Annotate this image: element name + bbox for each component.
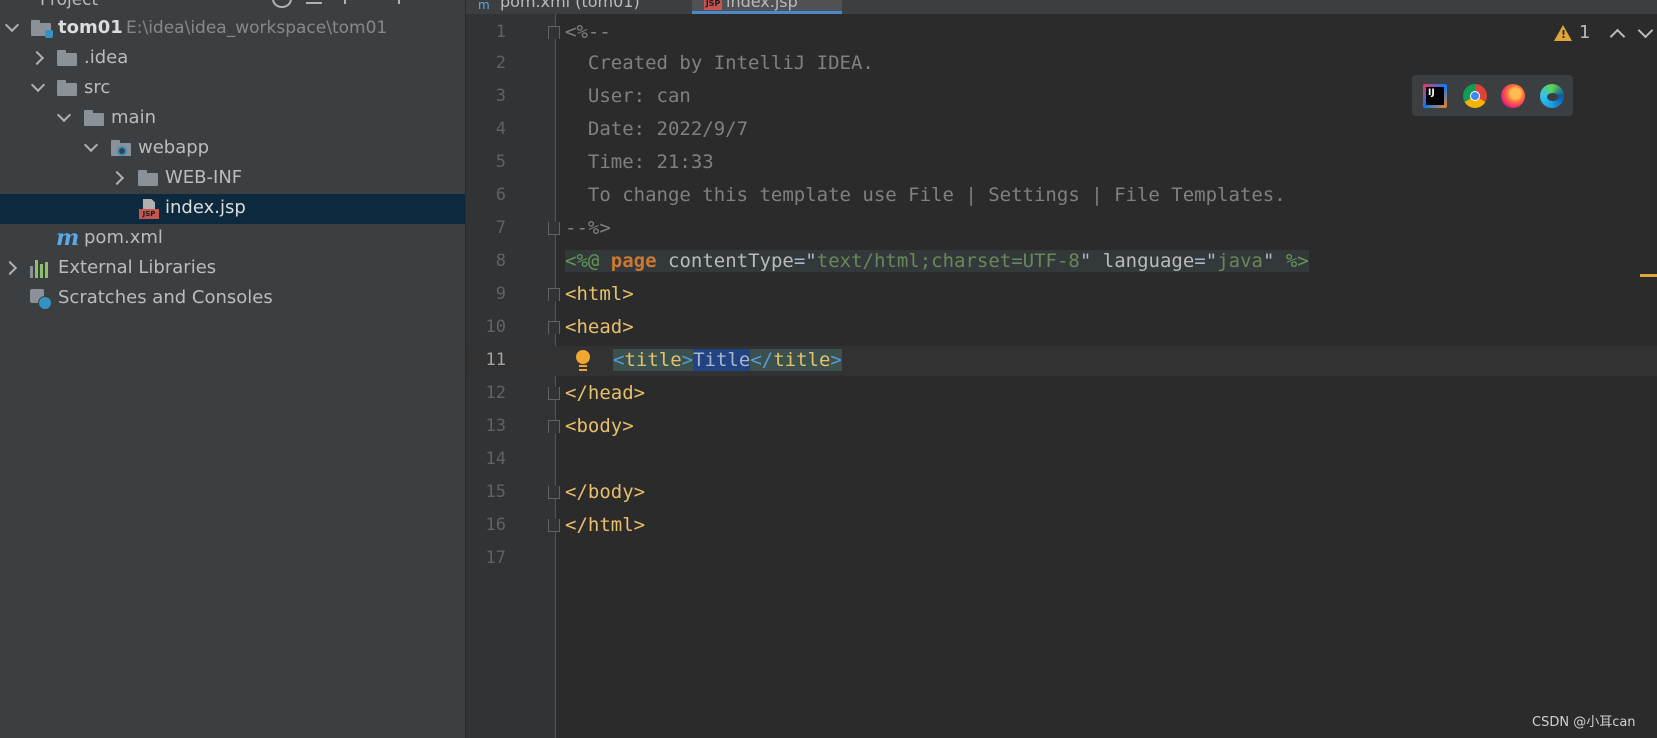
code-line-9[interactable]: 9 <html>	[0, 280, 1657, 310]
edge-icon[interactable]	[1540, 84, 1564, 108]
line-number: 1	[495, 22, 506, 42]
code-line-8[interactable]: 8 <%@ page contentType="text/html;charse…	[0, 247, 1657, 277]
code-line-10[interactable]: 10 <head>	[0, 313, 1657, 343]
fold-icon[interactable]	[548, 26, 560, 39]
code-text: To change this template use File | Setti…	[565, 184, 1286, 206]
project-panel-header: Project	[0, 0, 465, 12]
code-text: User: can	[565, 85, 691, 107]
options-icon[interactable]	[398, 0, 402, 4]
code-text: </html>	[565, 514, 646, 536]
code-line-1[interactable]: 1 <%--	[0, 18, 1657, 48]
intellij-icon[interactable]: IJ	[1423, 84, 1447, 108]
line-number: 9	[495, 284, 506, 304]
code-text: <%@ page contentType="text/html;charset=…	[565, 250, 1309, 272]
code-text: <body>	[565, 415, 634, 437]
tab-pom-xml[interactable]: m pom.xml (tom01)	[466, 0, 682, 14]
code-line-7[interactable]: 7 --%>	[0, 214, 1657, 244]
code-line-4[interactable]: 4 Date: 2022/9/7	[0, 115, 1657, 145]
line-number: 7	[495, 218, 506, 238]
fold-icon[interactable]	[548, 486, 560, 499]
locate-icon[interactable]	[272, 0, 292, 8]
line-number: 11	[485, 350, 506, 370]
expand-icon[interactable]	[344, 0, 348, 4]
line-number: 5	[495, 152, 506, 172]
open-in-browser-toolbar: IJ	[1412, 75, 1573, 116]
line-number: 2	[495, 53, 506, 73]
code-text: --%>	[565, 217, 611, 239]
tab-label: pom.xml (tom01)	[500, 0, 640, 11]
maven-icon: m	[478, 0, 490, 12]
line-number: 15	[485, 482, 506, 502]
collapse-all-icon[interactable]	[306, 0, 322, 4]
watermark: CSDN @小耳can	[1532, 715, 1636, 730]
code-text: Time: 21:33	[565, 151, 714, 173]
code-line-15[interactable]: 15 </body>	[0, 478, 1657, 508]
line-number: 14	[485, 449, 506, 469]
code-text: </body>	[565, 481, 646, 503]
line-number: 13	[485, 416, 506, 436]
line-number: 17	[485, 548, 506, 568]
tab-label: index.jsp	[726, 0, 798, 11]
jsp-file-icon: JSP	[704, 0, 722, 10]
warning-mark: !	[1561, 28, 1567, 41]
code-text: Date: 2022/9/7	[565, 118, 749, 140]
line-number: 4	[495, 119, 506, 139]
code-line-11[interactable]: 11 <title>Title</title>	[0, 346, 1657, 376]
line-number: 12	[485, 383, 506, 403]
project-panel-title[interactable]: Project	[40, 0, 98, 10]
code-text: <html>	[565, 283, 634, 305]
code-line-13[interactable]: 13 <body>	[0, 412, 1657, 442]
line-number: 10	[485, 317, 506, 337]
code-line-12[interactable]: 12 </head>	[0, 379, 1657, 409]
fold-icon[interactable]	[548, 321, 560, 334]
code-line-3[interactable]: 3 User: can	[0, 82, 1657, 112]
firefox-icon[interactable]	[1501, 84, 1525, 108]
code-line-5[interactable]: 5 Time: 21:33	[0, 148, 1657, 178]
code-line-14[interactable]: 14	[0, 445, 1657, 475]
code-line-2[interactable]: 2 Created by IntelliJ IDEA.	[0, 49, 1657, 79]
code-text: Created by IntelliJ IDEA.	[565, 52, 874, 74]
line-number: 8	[495, 251, 506, 271]
fold-icon[interactable]	[548, 288, 560, 301]
lightbulb-icon[interactable]	[576, 350, 590, 372]
code-line-17[interactable]: 17	[0, 544, 1657, 574]
line-number: 6	[495, 185, 506, 205]
warning-count: 1	[1579, 22, 1591, 43]
fold-icon[interactable]	[548, 519, 560, 532]
code-line-6[interactable]: 6 To change this template use File | Set…	[0, 181, 1657, 211]
fold-icon[interactable]	[548, 387, 560, 400]
warning-stripe-marker[interactable]	[1640, 274, 1657, 277]
line-number: 16	[485, 515, 506, 535]
code-text: <title>Title</title>	[613, 349, 842, 371]
fold-icon[interactable]	[548, 222, 560, 235]
fold-icon[interactable]	[548, 420, 560, 433]
line-number: 3	[495, 86, 506, 106]
code-text: <head>	[565, 316, 634, 338]
code-text: </head>	[565, 382, 646, 404]
editor-tabs: m pom.xml (tom01) JSP index.jsp	[466, 0, 1657, 14]
tab-index-jsp[interactable]: JSP index.jsp	[692, 0, 842, 14]
code-text: <%--	[565, 21, 611, 43]
chrome-icon[interactable]	[1463, 84, 1487, 108]
code-line-16[interactable]: 16 </html>	[0, 511, 1657, 541]
